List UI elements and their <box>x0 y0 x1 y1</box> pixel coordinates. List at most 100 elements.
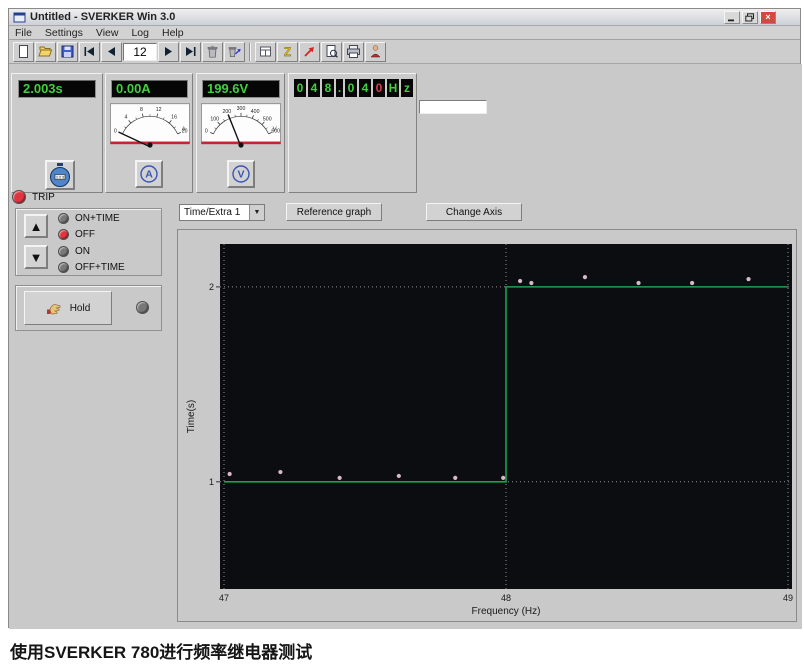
menu-view[interactable]: View <box>96 27 119 39</box>
print-preview-icon[interactable] <box>321 42 342 62</box>
mode-label-off-time: OFF+TIME <box>75 262 125 273</box>
v-circle-icon: V <box>231 164 251 184</box>
red-arrow-icon[interactable] <box>299 42 320 62</box>
voltmeter-gauge: 0100200300400500600V <box>201 102 281 148</box>
frequency-digit: 0 <box>345 79 357 97</box>
graph-type-value: Time/Extra 1 <box>180 207 249 218</box>
save-icon[interactable] <box>57 42 78 62</box>
svg-text:49: 49 <box>783 593 793 603</box>
ammeter-gauge: 048121620A <box>110 102 190 148</box>
svg-text:500: 500 <box>263 117 272 123</box>
frequency-digit: 8 <box>322 79 334 97</box>
title-bar: Untitled - SVERKER Win 3.0 × <box>9 9 800 26</box>
extra-input[interactable] <box>419 100 487 114</box>
open-folder-icon[interactable] <box>35 42 56 62</box>
hold-led <box>136 301 149 314</box>
previous-record-icon[interactable] <box>101 42 122 62</box>
close-icon[interactable]: × <box>760 11 776 24</box>
svg-text:48: 48 <box>501 593 511 603</box>
voltmeter-button[interactable]: V <box>227 160 255 188</box>
current-display: 0.00A <box>111 80 188 98</box>
menu-settings[interactable]: Settings <box>45 27 83 39</box>
trip-indicator: TRIP <box>12 190 55 204</box>
svg-text:Frequency (Hz): Frequency (Hz) <box>472 606 541 617</box>
ammeter-panel: 0.00A 048121620A A <box>105 73 193 193</box>
menu-file[interactable]: File <box>15 27 32 39</box>
frequency-digit: 4 <box>359 79 371 97</box>
hold-group: Hold <box>15 285 162 331</box>
trip-label: TRIP <box>32 192 55 203</box>
hold-button[interactable]: Hold <box>24 291 112 325</box>
mode-option-row: OFF+TIME <box>58 262 125 273</box>
printer-icon[interactable] <box>343 42 364 62</box>
toolbar: Z <box>9 40 800 64</box>
main-area: 2.003s 1 2 3 0.00A 048121620A A <box>9 64 802 629</box>
toolbar-separator <box>249 43 251 61</box>
menu-log[interactable]: Log <box>131 27 149 39</box>
svg-text:200: 200 <box>223 109 232 115</box>
frequency-digit: z <box>401 79 413 97</box>
hold-label: Hold <box>70 303 91 314</box>
svg-text:0: 0 <box>114 128 117 134</box>
frequency-digit: 0 <box>373 79 385 97</box>
mode-option-row: OFF <box>58 229 95 240</box>
menu-bar: File Settings View Log Help <box>9 26 800 40</box>
timer-panel: 2.003s 1 2 3 <box>11 73 103 193</box>
new-file-icon[interactable] <box>13 42 34 62</box>
frequency-digit: 0 <box>294 79 306 97</box>
svg-text:2: 2 <box>209 282 214 292</box>
trash-restore-icon[interactable] <box>224 42 245 62</box>
mode-selector-group: ▲ ▼ ON+TIME OFF ON OFF+TIME <box>15 208 162 276</box>
app-window: Untitled - SVERKER Win 3.0 × File Settin… <box>8 8 801 628</box>
person-icon[interactable] <box>365 42 386 62</box>
frequency-time-chart: 47 48 49 1 2 Frequency (Hz) Time(s) <box>178 230 796 621</box>
mode-label-on: ON <box>75 246 90 257</box>
graph-type-dropdown[interactable]: Time/Extra 1 ▼ <box>179 204 265 221</box>
svg-text:A: A <box>145 169 153 181</box>
stopwatch-icon: 1 2 3 <box>48 162 72 188</box>
record-number-input[interactable] <box>123 43 157 61</box>
chart-panel: 47 48 49 1 2 Frequency (Hz) Time(s) <box>177 229 797 622</box>
mode-up-button[interactable]: ▲ <box>24 214 48 238</box>
frequency-digit: 4 <box>308 79 320 97</box>
window-title: Untitled - SVERKER Win 3.0 <box>30 11 720 23</box>
menu-help[interactable]: Help <box>162 27 184 39</box>
svg-text:12: 12 <box>156 107 162 113</box>
caption: 使用SVERKER 780进行频率继电器测试 <box>10 638 312 663</box>
mode-option-row: ON <box>58 246 90 257</box>
last-record-icon[interactable] <box>180 42 201 62</box>
restore-icon[interactable] <box>742 11 758 24</box>
frequency-digit: H <box>387 79 399 97</box>
next-record-icon[interactable] <box>158 42 179 62</box>
svg-text:300: 300 <box>237 106 246 112</box>
a-circle-icon: A <box>139 164 159 184</box>
voltage-display: 199.6V <box>202 80 280 98</box>
mode-label-on-time: ON+TIME <box>75 213 120 224</box>
minimize-icon[interactable] <box>724 11 740 24</box>
z-sequence-icon[interactable]: Z <box>277 42 298 62</box>
svg-text:8: 8 <box>140 107 143 113</box>
reference-graph-button[interactable]: Reference graph <box>286 203 382 221</box>
svg-text:1 2 3: 1 2 3 <box>56 176 64 180</box>
svg-text:47: 47 <box>219 593 229 603</box>
first-record-icon[interactable] <box>79 42 100 62</box>
svg-text:1: 1 <box>209 477 214 487</box>
mode-down-button[interactable]: ▼ <box>24 245 48 269</box>
svg-text:Time(s): Time(s) <box>186 400 197 434</box>
frequency-panel: 048.040Hz <box>288 73 417 193</box>
trash-icon[interactable] <box>202 42 223 62</box>
svg-text:400: 400 <box>251 109 260 115</box>
app-icon <box>13 12 26 23</box>
change-axis-button[interactable]: Change Axis <box>426 203 522 221</box>
frequency-display: 048.040Hz <box>294 79 415 97</box>
frequency-digit: . <box>336 79 343 97</box>
mode-option-row: ON+TIME <box>58 213 120 224</box>
stopwatch-button[interactable]: 1 2 3 <box>45 160 75 190</box>
report-icon[interactable] <box>255 42 276 62</box>
svg-text:V: V <box>237 169 244 181</box>
chevron-down-icon[interactable]: ▼ <box>249 205 264 220</box>
mode-led-on <box>58 246 69 257</box>
ammeter-button[interactable]: A <box>135 160 163 188</box>
arrow-up-icon: ▲ <box>30 219 43 234</box>
voltmeter-panel: 199.6V 0100200300400500600V V <box>196 73 285 193</box>
